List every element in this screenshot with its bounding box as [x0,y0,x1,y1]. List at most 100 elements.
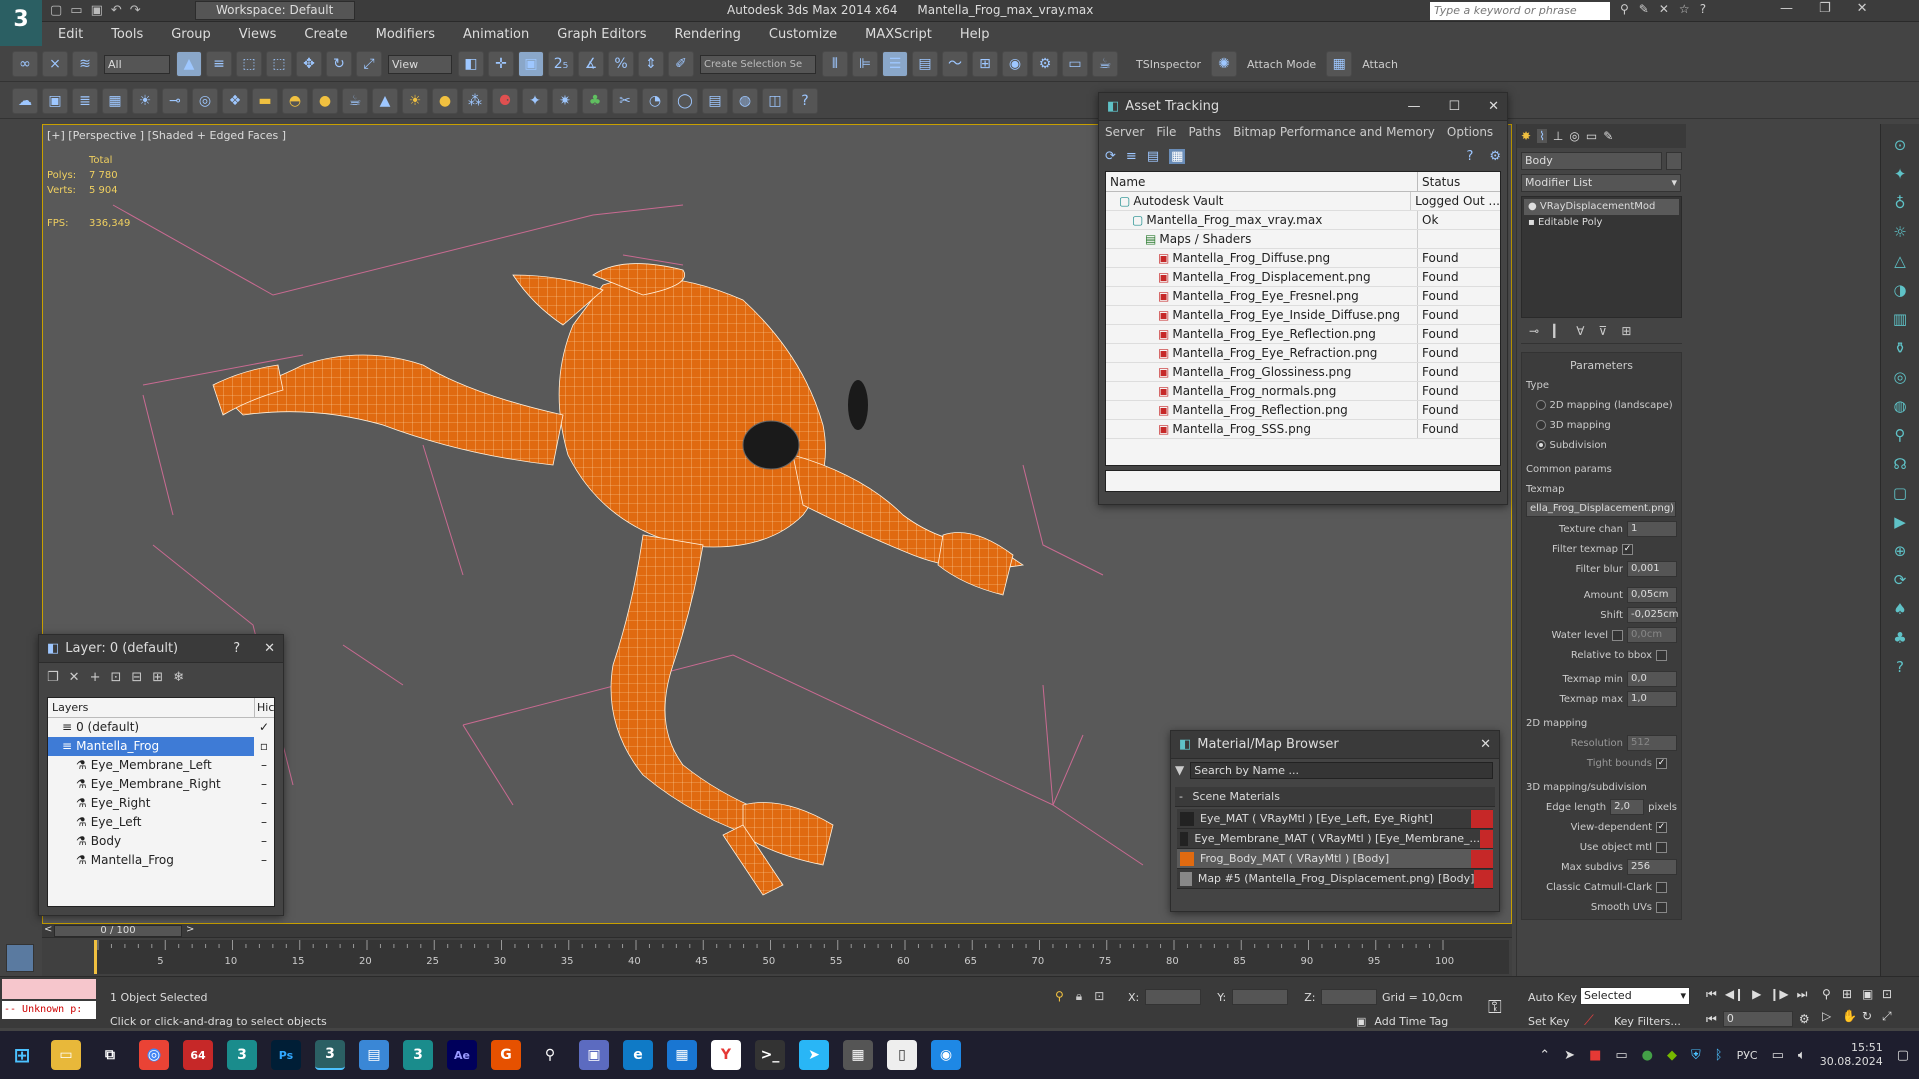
windows-start-icon[interactable]: ⊞ [7,1040,37,1070]
vray-sync-icon[interactable]: ⟳ [1894,571,1907,589]
add-to-layer-icon[interactable]: + [90,670,101,685]
new-layer-icon[interactable]: ❐ [47,670,59,685]
vray-frame-icon[interactable]: ▢ [1893,484,1907,502]
menu-item-maxscript[interactable]: MAXScript [851,27,946,42]
status-column-header[interactable]: Status [1418,172,1460,191]
maximize-viewport-icon[interactable]: ⤢ [1882,1009,1902,1024]
vray-building-icon[interactable]: ▥ [1893,310,1907,328]
vray-frame-icon[interactable]: ◯ [672,88,698,114]
sun-icon[interactable]: ☀ [402,88,428,114]
layer-close-button[interactable]: ✕ [264,641,275,656]
layer-row[interactable]: ⚗ Mantella_Frog – [48,851,274,870]
vray-lights-icon[interactable]: ✦ [1894,165,1907,183]
absolute-mode-icon[interactable]: ⊡ [1094,989,1104,1004]
layer-row[interactable]: ⚗ Eye_Left – [48,813,274,832]
ball-icon[interactable]: ● [432,88,458,114]
undo-icon[interactable]: ↶ [111,3,122,18]
named-selection-dropdown[interactable]: Create Selection Se [700,54,816,74]
freeze-all-icon[interactable]: ❄ [173,670,184,685]
prev-frame-icon[interactable]: ◀❙ [1725,987,1744,1002]
menu-item-views[interactable]: Views [225,27,291,42]
track-bar[interactable]: 5 10 15 20 25 30 35 40 45 50 55 60 65 70 75 80 85 90 95 100 [94,940,1509,974]
chrome-icon[interactable]: ◎ [139,1040,169,1070]
new-file-icon[interactable]: ▢ [50,3,62,18]
layer-row[interactable]: ⚗ Eye_Membrane_Left – [48,756,274,775]
asset-row[interactable]: ▣ Mantella_Frog_SSS.png Found [1106,420,1500,439]
hide-toggle[interactable]: – [254,851,274,870]
vray-sphere-icon[interactable]: ◍ [732,88,758,114]
3ds-max-icon[interactable]: 3 [227,1040,257,1070]
delete-layer-icon[interactable]: ✕ [69,670,80,685]
vray-render-icon[interactable]: ▶ [1894,513,1906,531]
shift-spinner[interactable]: -0,025cm [1627,607,1678,623]
vray-tree-icon[interactable]: ♠ [1893,600,1906,618]
name-column-header[interactable]: Name [1106,172,1418,191]
resolution-spinner[interactable]: 512 [1627,735,1677,751]
type-radio-2d[interactable] [1536,400,1546,410]
hide-all-icon[interactable]: ⊞ [152,670,163,685]
mini-curve-toggle[interactable] [6,944,34,972]
window-crossing-icon[interactable]: ⬚ [266,51,292,77]
current-frame-marker[interactable] [94,940,97,974]
app-logo-icon[interactable]: 3 [0,0,42,46]
tray-expand-icon[interactable]: ⌃ [1539,1048,1550,1063]
asset-menu-options[interactable]: Options [1441,125,1499,139]
edge-length-spinner[interactable]: 2,0 [1610,799,1645,815]
use-object-mtl-checkbox[interactable] [1656,841,1667,853]
texmap-min-spinner[interactable]: 0,0 [1627,671,1677,687]
percent-snap-icon[interactable]: % [608,51,634,77]
asset-row[interactable]: ▢ Mantella_Frog_max_vray.max Ok [1106,211,1500,230]
key-icon[interactable]: ⚿ [1488,997,1502,1018]
vray-help-icon[interactable]: ? [792,88,818,114]
vray-reflect-icon[interactable]: ◑ [1893,281,1906,299]
vray-help-circle-icon[interactable]: ? [1896,658,1904,676]
select-in-layer-icon[interactable]: ⊡ [110,670,121,685]
asset-row[interactable]: ▣ Mantella_Frog_Diffuse.png Found [1106,249,1500,268]
hide-column-header[interactable]: Hic [254,698,274,717]
vray-search-icon[interactable]: ⚲ [1895,426,1906,444]
auto-key-button[interactable]: Auto Key [1528,991,1577,1004]
amount-spinner[interactable]: 0,05cm [1627,587,1677,603]
save-scene-icon[interactable]: ▣ [42,88,68,114]
go-start-icon[interactable]: ⏮ [1706,987,1717,1002]
rendered-frame-icon[interactable]: ▭ [1062,51,1088,77]
edit-named-selection-icon[interactable]: ✐ [668,51,694,77]
key-filters-button[interactable]: Key Filters... [1614,1015,1681,1028]
after-effects-icon[interactable]: Ae [447,1040,477,1070]
menu-item-group[interactable]: Group [157,27,225,42]
z-coordinate-field[interactable] [1321,989,1378,1005]
tray-shield-icon[interactable]: ⛨ [1691,1048,1701,1063]
filter-blur-spinner[interactable]: 0,001 [1627,561,1677,577]
time-slider[interactable]: 0 / 100 [54,925,182,937]
asset-menu-paths[interactable]: Paths [1182,125,1227,139]
asset-row[interactable]: ▣ Mantella_Frog_Reflection.png Found [1106,401,1500,420]
menu-item-modifiers[interactable]: Modifiers [362,27,449,42]
graphite-ribbon-icon[interactable]: ▤ [912,51,938,77]
vray-bottle-icon[interactable]: ⚱ [1894,339,1907,357]
motion-tab-icon[interactable]: ◎ [1569,129,1579,143]
menu-item-edit[interactable]: Edit [44,27,97,42]
y-coordinate-field[interactable] [1232,989,1289,1005]
pin-stack-icon[interactable]: ⊸ [1529,324,1539,338]
rect-region-icon[interactable]: ⬚ [236,51,262,77]
plane-icon[interactable]: ▬ [252,88,278,114]
pivot-center-icon[interactable]: ◧ [458,51,484,77]
texmap-button[interactable]: ella_Frog_Displacement.png) [1526,501,1676,517]
exchange-icon[interactable]: ✕ [1659,2,1669,16]
telegram-icon[interactable]: ➤ [799,1040,829,1070]
stack-item-vray-displacement[interactable]: ● VRayDisplacementMod [1524,199,1679,215]
filter-texmap-checkbox[interactable]: ✓ [1622,543,1633,555]
menu-item-graph-editors[interactable]: Graph Editors [543,27,660,42]
water-level-spinner[interactable]: 0,0cm [1627,627,1677,643]
angle-snap-icon[interactable]: ∡ [578,51,604,77]
asset-row[interactable]: ▣ Mantella_Frog_Eye_Reflection.png Found [1106,325,1500,344]
search-input[interactable]: Type a keyword or phrase [1430,2,1610,20]
vray-bulb-icon[interactable]: ♁ [1895,194,1906,212]
terminal-icon[interactable]: >_ [755,1040,785,1070]
material-row[interactable]: Eye_Membrane_MAT ( VRayMtl ) [Eye_Membra… [1177,829,1493,849]
zoom-icon[interactable]: ⚲ [1822,987,1842,1001]
checker-icon[interactable]: ▦ [1326,51,1353,77]
cone-icon[interactable]: ▲ [372,88,398,114]
make-unique-icon[interactable]: ∀ [1576,324,1584,338]
tray-nvidia-icon[interactable]: ◆ [1667,1048,1677,1063]
